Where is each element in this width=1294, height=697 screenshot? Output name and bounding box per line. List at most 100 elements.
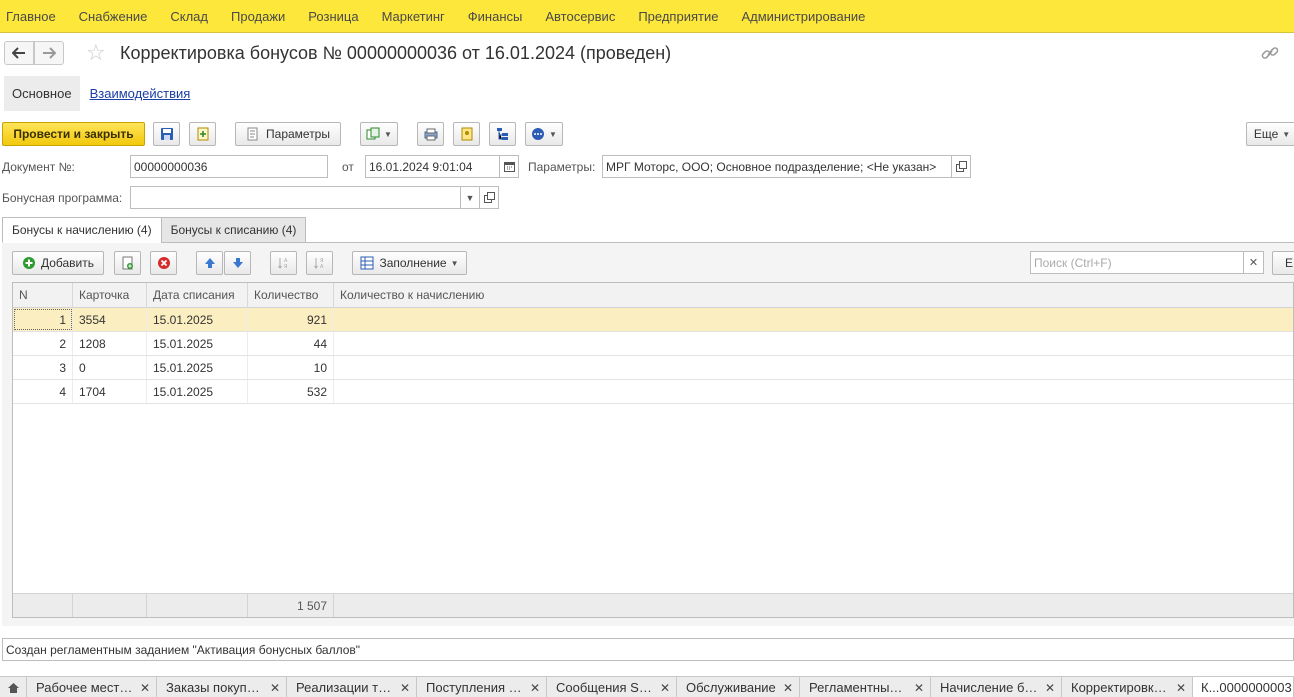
move-down-button[interactable] (224, 251, 251, 275)
window-tab[interactable]: Корректировк… ✕ (1062, 677, 1193, 697)
quantity-to-accrue-cell[interactable] (334, 356, 1293, 379)
calendar-button[interactable] (499, 155, 519, 178)
table-row[interactable]: 1 3554 15.01.2025 921 (13, 308, 1293, 332)
fill-button[interactable]: Заполнение ▼ (352, 251, 467, 275)
attach-file-button[interactable] (453, 122, 480, 146)
writeoff-date-cell[interactable]: 15.01.2025 (147, 380, 248, 403)
column-header-quantity-to-accrue[interactable]: Количество к начислению (334, 283, 1293, 308)
writeoff-date-cell[interactable]: 15.01.2025 (147, 308, 248, 331)
row-number-cell[interactable]: 2 (13, 332, 73, 355)
link-icon[interactable] (1260, 43, 1280, 63)
bonus-program-field[interactable] (130, 186, 461, 209)
close-icon[interactable]: ✕ (264, 681, 280, 695)
card-cell[interactable]: 1704 (73, 380, 147, 403)
menu-item-warehouse[interactable]: Склад (162, 9, 216, 24)
comment-field[interactable]: Создан регламентным заданием "Активация … (2, 638, 1294, 661)
parameters-button[interactable]: Параметры (235, 122, 341, 146)
writeoff-date-cell[interactable]: 15.01.2025 (147, 332, 248, 355)
close-icon[interactable]: ✕ (134, 681, 150, 695)
document-number-field[interactable]: 00000000036 (130, 155, 328, 178)
menu-item-administration[interactable]: Администрирование (733, 9, 873, 24)
document-date-field[interactable]: 16.01.2024 9:01:04 (365, 155, 500, 178)
table-more-button[interactable]: Е (1272, 251, 1294, 275)
menu-item-supply[interactable]: Снабжение (71, 9, 156, 24)
quantity-cell[interactable]: 10 (248, 356, 334, 379)
window-tab[interactable]: Поступления … ✕ (417, 677, 547, 697)
window-tab[interactable]: Заказы покуп… ✕ (157, 677, 287, 697)
window-tab[interactable]: Реализации т… ✕ (287, 677, 417, 697)
back-button[interactable] (4, 41, 34, 65)
tab-bonus-accrual[interactable]: Бонусы к начислению (4) (2, 217, 162, 243)
card-cell[interactable]: 1208 (73, 332, 147, 355)
search-input[interactable]: Поиск (Ctrl+F) (1030, 251, 1264, 274)
table-row[interactable]: 2 1208 15.01.2025 44 (13, 332, 1293, 356)
more-button[interactable]: Еще ▼ (1246, 122, 1294, 146)
move-up-button[interactable] (196, 251, 223, 275)
row-number-cell[interactable]: 4 (13, 380, 73, 403)
menu-item-retail[interactable]: Розница (300, 9, 366, 24)
tab-bonus-writeoff[interactable]: Бонусы к списанию (4) (160, 217, 307, 243)
close-icon[interactable]: ✕ (1170, 681, 1186, 695)
card-cell[interactable]: 3554 (73, 308, 147, 331)
bonus-program-open-button[interactable] (479, 186, 499, 209)
window-tab[interactable]: Регламентны… ✕ (800, 677, 931, 697)
card-cell[interactable]: 0 (73, 356, 147, 379)
floppy-disk-icon (160, 128, 173, 140)
menu-item-main[interactable]: Главное (0, 9, 64, 24)
close-icon[interactable]: ✕ (908, 681, 924, 695)
window-tab[interactable]: Сообщения S… ✕ (547, 677, 677, 697)
row-number-cell[interactable]: 1 (13, 308, 73, 331)
column-header-quantity[interactable]: Количество (248, 283, 334, 308)
menu-item-autoservice[interactable]: Автосервис (537, 9, 623, 24)
menu-item-finance[interactable]: Финансы (460, 9, 531, 24)
sort-ascending-button[interactable]: AЯ (270, 251, 297, 275)
post-and-close-button[interactable]: Провести и закрыть (2, 122, 145, 146)
post-document-button[interactable] (189, 122, 216, 146)
quantity-cell[interactable]: 532 (248, 380, 334, 403)
quantity-cell[interactable]: 44 (248, 332, 334, 355)
window-tab[interactable]: Рабочее мест… ✕ (27, 677, 157, 697)
table-row[interactable]: 3 0 15.01.2025 10 (13, 356, 1293, 380)
column-header-writeoff-date[interactable]: Дата списания (147, 283, 248, 308)
copy-row-button[interactable] (114, 251, 141, 275)
home-button[interactable] (0, 677, 27, 697)
table-row[interactable]: 4 1704 15.01.2025 532 (13, 380, 1293, 404)
sort-descending-button[interactable]: ЯA (306, 251, 333, 275)
parameters-field[interactable]: МРГ Моторс, ООО; Основное подразделение;… (602, 155, 952, 178)
window-tab-active[interactable]: К...0000000003 (1193, 677, 1294, 697)
window-tab[interactable]: Начисление б… ✕ (931, 677, 1062, 697)
window-tab[interactable]: Обслуживание ✕ (677, 677, 800, 697)
forward-button[interactable] (34, 41, 64, 65)
search-clear-button[interactable]: ✕ (1243, 251, 1264, 274)
close-icon[interactable]: ✕ (394, 681, 410, 695)
column-header-n[interactable]: N (13, 283, 73, 308)
column-header-card[interactable]: Карточка (73, 283, 147, 308)
fill-table-icon (360, 256, 374, 270)
save-button[interactable] (153, 122, 180, 146)
bonus-program-dropdown[interactable]: ▼ (460, 186, 480, 209)
writeoff-date-cell[interactable]: 15.01.2025 (147, 356, 248, 379)
menu-item-enterprise[interactable]: Предприятие (630, 9, 726, 24)
structure-button[interactable] (489, 122, 516, 146)
parameters-open-button[interactable] (951, 155, 971, 178)
favorite-star-icon[interactable]: ☆ (86, 40, 106, 66)
section-interactions-link[interactable]: Взаимодействия (90, 86, 191, 101)
delete-row-button[interactable] (150, 251, 177, 275)
menu-item-sales[interactable]: Продажи (223, 9, 293, 24)
close-icon[interactable]: ✕ (777, 681, 793, 695)
create-based-on-button[interactable]: ▼ (360, 122, 398, 146)
close-icon[interactable]: ✕ (1039, 681, 1055, 695)
close-icon[interactable]: ✕ (524, 681, 540, 695)
quantity-cell[interactable]: 921 (248, 308, 334, 331)
close-icon[interactable]: ✕ (654, 681, 670, 695)
quantity-to-accrue-cell[interactable] (334, 380, 1293, 403)
quantity-to-accrue-cell[interactable] (334, 332, 1293, 355)
quantity-to-accrue-cell[interactable] (334, 308, 1293, 331)
row-number-cell[interactable]: 3 (13, 356, 73, 379)
more-actions-button[interactable]: ▼ (525, 122, 563, 146)
svg-text:Я: Я (284, 264, 287, 270)
section-main[interactable]: Основное (4, 76, 80, 111)
add-row-button[interactable]: Добавить (12, 251, 104, 275)
menu-item-marketing[interactable]: Маркетинг (374, 9, 453, 24)
print-button[interactable] (417, 122, 444, 146)
